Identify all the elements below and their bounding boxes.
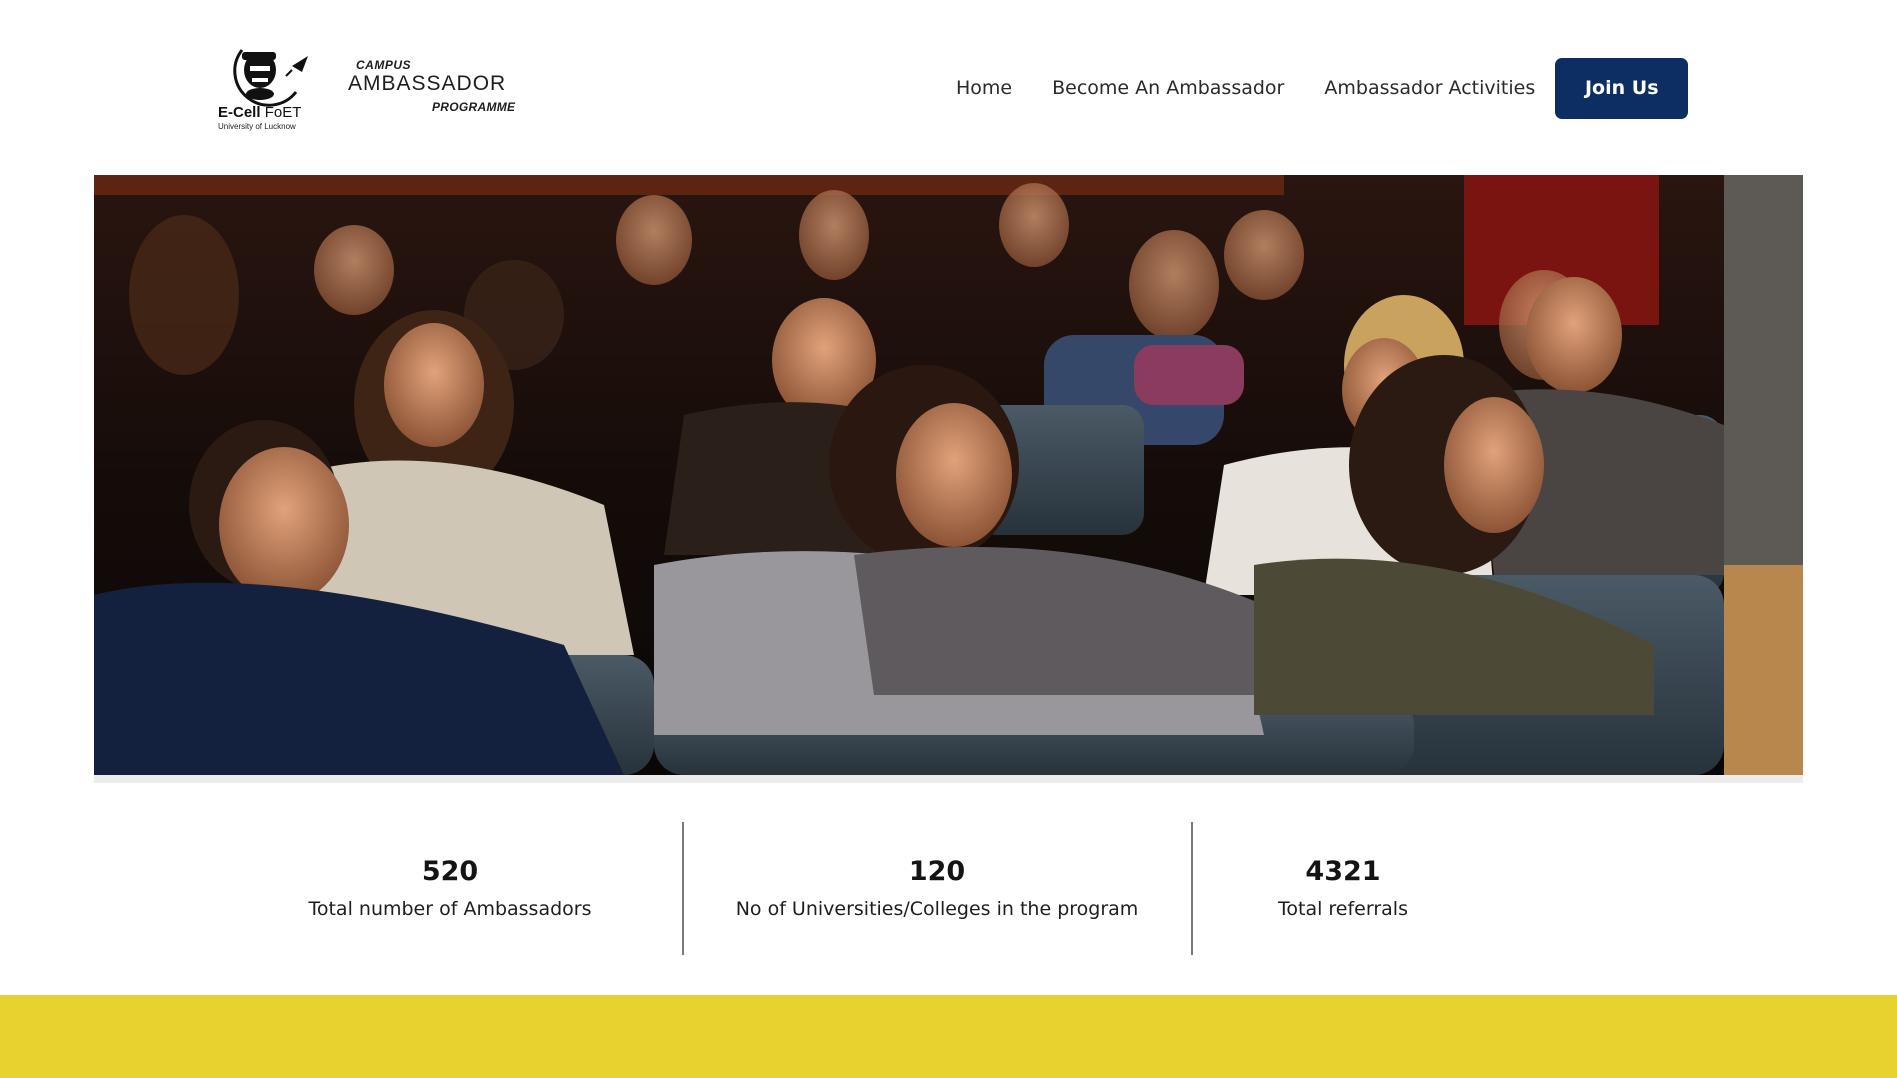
logo-subtitle: University of Lucknow [218, 122, 296, 131]
program-title-top: CAMPUS [356, 58, 412, 72]
join-us-button[interactable]: Join Us [1555, 57, 1689, 119]
program-title: CAMPUS Ambassador PROGRAMME [348, 56, 523, 120]
program-title-bottom: PROGRAMME [432, 100, 516, 114]
stat-ambassadors-label: Total number of Ambassadors [308, 898, 592, 920]
stat-referrals-value: 4321 [1305, 856, 1381, 887]
stat-ambassadors: 520 Total number of Ambassadors [260, 822, 640, 957]
nav-home[interactable]: Home [956, 77, 1012, 99]
logo-wordmark: E-Cell FoET [218, 104, 301, 121]
stat-referrals-label: Total referrals [1278, 898, 1408, 920]
stat-divider-1 [682, 822, 684, 955]
stat-ambassadors-value: 520 [421, 856, 479, 887]
stat-divider-2 [1191, 822, 1193, 955]
stat-universities: 120 No of Universities/Colleges in the p… [707, 822, 1167, 957]
ecell-mascot-icon [233, 49, 308, 107]
program-title-main: Ambassador [348, 72, 507, 95]
site-header: E-Cell FoET University of Lucknow CAMPUS… [0, 0, 1897, 175]
nav-become-ambassador[interactable]: Become An Ambassador [1052, 77, 1284, 99]
yellow-section-band [0, 995, 1897, 1078]
hero-image [94, 175, 1803, 775]
nav-ambassador-activities[interactable]: Ambassador Activities [1324, 77, 1535, 99]
main-nav: Home Become An Ambassador Ambassador Act… [956, 57, 1689, 119]
logo-wordmark-thin: FoET [264, 104, 302, 121]
ecell-logo[interactable]: E-Cell FoET University of Lucknow [212, 36, 312, 134]
stat-universities-label: No of Universities/Colleges in the progr… [735, 898, 1139, 920]
logo-wordmark-bold: E-Cell [218, 104, 261, 121]
stats-section: 520 Total number of Ambassadors 120 No o… [0, 822, 1897, 957]
audience-photo-icon [94, 175, 1803, 775]
stat-universities-value: 120 [908, 856, 966, 887]
stat-referrals: 4321 Total referrals [1213, 822, 1473, 957]
hero-bottom-edge [94, 775, 1803, 783]
